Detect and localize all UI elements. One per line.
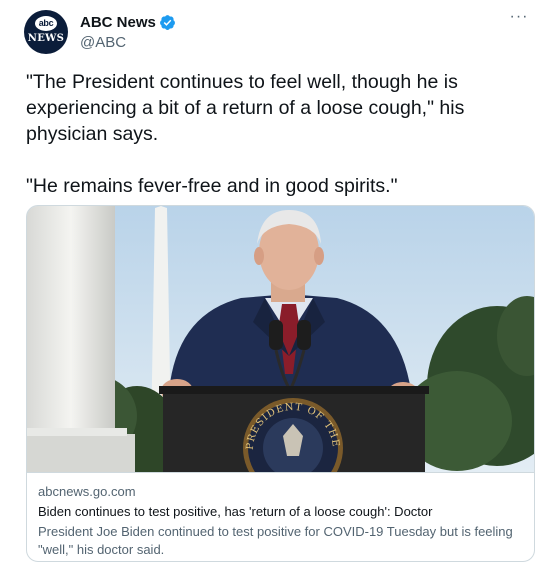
link-card-info: abcnews.go.com Biden continues to test p… <box>27 472 534 561</box>
display-name[interactable]: ABC News <box>80 14 156 31</box>
author-names: ABC News @ABC <box>80 12 176 51</box>
article-photo: PRESIDENT OF THE UNITED <box>27 206 534 472</box>
link-card[interactable]: PRESIDENT OF THE UNITED abcnews.go.com B… <box>26 205 535 562</box>
verified-badge-icon <box>159 14 175 30</box>
avatar[interactable]: abc NEWS <box>24 10 68 54</box>
tweet-header: abc NEWS ABC News @ABC ··· <box>24 9 534 56</box>
card-description: President Joe Biden continued to test po… <box>38 524 513 557</box>
tweet-text: "The President continues to feel well, t… <box>26 71 465 197</box>
card-domain: abcnews.go.com <box>38 484 136 499</box>
more-options-icon[interactable]: ··· <box>504 9 534 30</box>
news-wordmark: NEWS <box>27 33 65 44</box>
abc-logo-mark: abc <box>35 16 57 31</box>
card-title: Biden continues to test positive, has 'r… <box>38 504 433 519</box>
handle[interactable]: @ABC <box>80 34 176 51</box>
